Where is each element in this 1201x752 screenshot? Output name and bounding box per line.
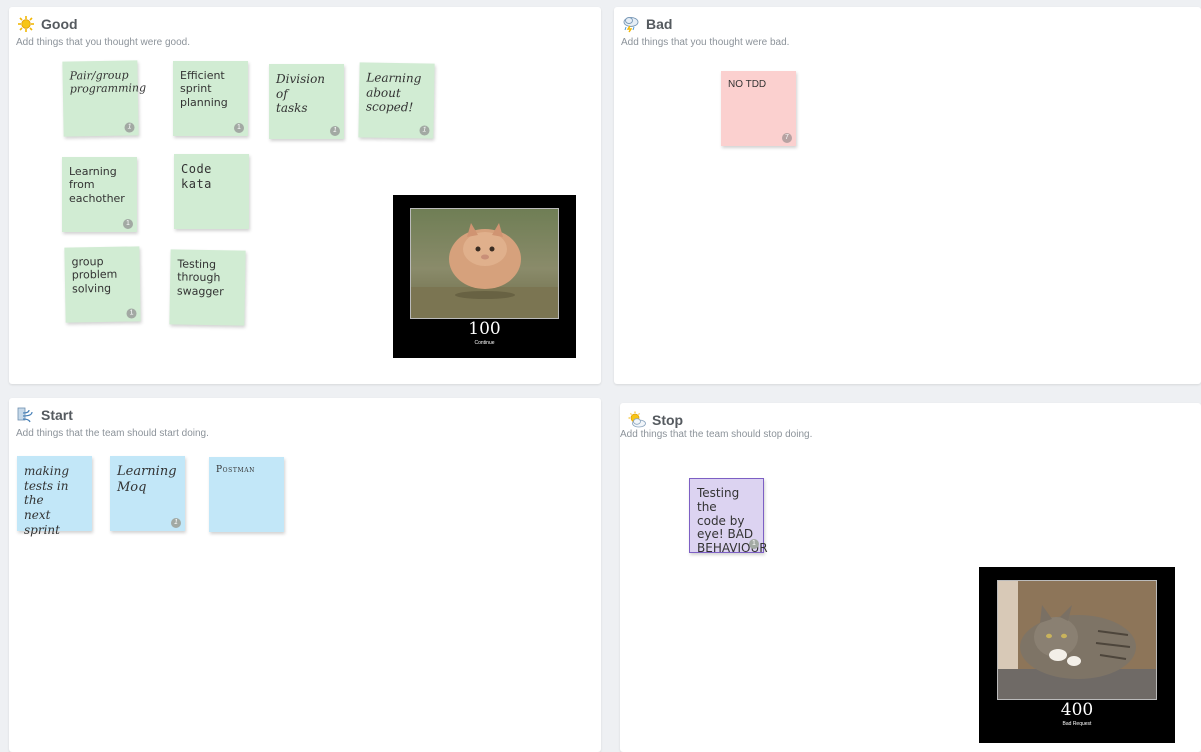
sticky-note[interactable]: Efficient sprint planning 1 xyxy=(173,61,248,136)
good-panel: Good Add things that you thought were go… xyxy=(9,7,601,384)
vote-count-badge[interactable]: 1 xyxy=(749,539,759,549)
partly-cloudy-icon xyxy=(628,411,646,429)
vote-count-badge[interactable]: 1 xyxy=(123,219,133,229)
poster-caption: Continue xyxy=(474,340,495,346)
note-text: group problem solving xyxy=(71,254,118,296)
good-subtitle: Add things that you thought were good. xyxy=(16,37,191,48)
note-text: Pair/group programming xyxy=(69,68,147,96)
sticky-note[interactable]: Testing through swagger xyxy=(169,249,246,326)
sticky-note[interactable]: Learning Moq 1 xyxy=(110,456,185,531)
bad-header: Bad xyxy=(622,15,672,33)
good-title: Good xyxy=(41,16,78,32)
vote-count-badge[interactable]: 1 xyxy=(330,126,340,136)
poster-photo xyxy=(997,580,1157,700)
sticky-note[interactable]: Testing the code by eye! BAD BEHAVIOUR 1 xyxy=(689,478,768,556)
stop-subtitle: Add things that the team should stop doi… xyxy=(620,429,813,440)
sticky-note[interactable]: group problem solving 1 xyxy=(64,246,141,323)
bad-title: Bad xyxy=(646,16,673,32)
note-text: Efficient sprint planning xyxy=(180,69,228,109)
note-text: NO TDD xyxy=(728,79,767,90)
note-text: Learning about scoped! xyxy=(365,70,422,115)
vote-count-badge[interactable]: 1 xyxy=(124,122,135,133)
vote-count-badge[interactable]: 1 xyxy=(126,308,137,319)
poster-photo xyxy=(410,208,559,319)
stop-panel: Stop Add things that the team should sto… xyxy=(620,403,1201,752)
start-title: Start xyxy=(41,407,73,423)
sticky-note[interactable]: NO TDD 7 xyxy=(721,71,796,146)
good-header: Good xyxy=(17,15,78,33)
start-header: Start xyxy=(17,406,73,424)
start-subtitle: Add things that the team should start do… xyxy=(16,428,209,439)
poster-status-code: 100 xyxy=(468,319,501,339)
sticky-note[interactable]: Learning about scoped! 1 xyxy=(358,62,435,139)
cat-poster-image[interactable]: 100 Continue xyxy=(393,195,576,358)
cat-poster-image[interactable]: 400 Bad Request xyxy=(979,567,1175,743)
stop-title: Stop xyxy=(652,412,684,428)
sticky-note[interactable]: Pair/group programming 1 xyxy=(62,60,147,137)
sticky-note[interactable]: Code kata xyxy=(174,154,249,229)
stop-header: Stop xyxy=(628,411,683,429)
storm-cloud-icon xyxy=(622,15,640,33)
note-text: making tests in the next sprint xyxy=(24,464,70,537)
note-text: Learning Moq xyxy=(117,464,177,495)
note-text: Division of tasks xyxy=(276,72,326,116)
note-text: Learning from eachother xyxy=(69,165,125,205)
note-text: Postman xyxy=(216,465,256,475)
sticky-note[interactable]: Postman xyxy=(209,457,284,532)
note-text: Testing the code by eye! BAD BEHAVIOUR xyxy=(697,486,768,556)
note-text: Code kata xyxy=(181,162,212,191)
vote-count-badge[interactable]: 1 xyxy=(171,518,181,528)
bad-panel: Bad Add things that you thought were bad… xyxy=(614,7,1201,384)
bad-subtitle: Add things that you thought were bad. xyxy=(621,37,790,48)
sun-icon xyxy=(17,15,35,33)
sticky-note[interactable]: Division of tasks 1 xyxy=(269,64,344,139)
vote-count-badge[interactable]: 1 xyxy=(234,123,244,133)
poster-status-code: 400 xyxy=(1060,700,1094,720)
note-text: Testing through swagger xyxy=(176,257,224,299)
wind-icon xyxy=(17,406,35,424)
vote-count-badge[interactable]: 1 xyxy=(419,125,430,136)
sticky-note[interactable]: Learning from eachother 1 xyxy=(62,157,137,232)
sticky-note[interactable]: making tests in the next sprint xyxy=(17,456,92,537)
poster-caption: Bad Request xyxy=(1062,721,1092,727)
vote-count-badge[interactable]: 7 xyxy=(782,133,792,143)
start-panel: Start Add things that the team should st… xyxy=(9,398,601,752)
